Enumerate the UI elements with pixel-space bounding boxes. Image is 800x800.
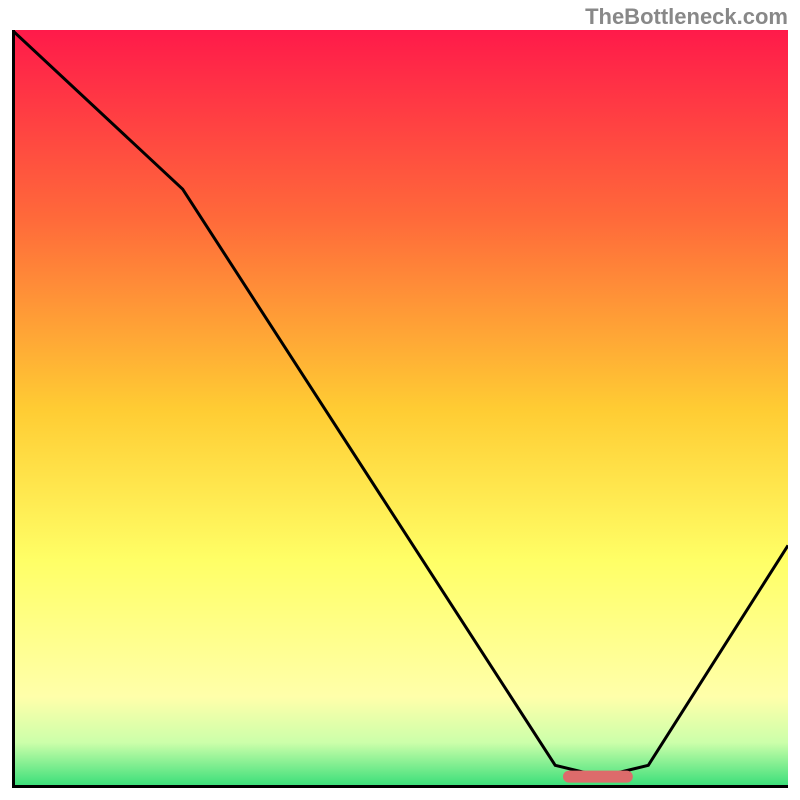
chart-area bbox=[12, 30, 788, 788]
gradient-background bbox=[12, 30, 788, 788]
chart-container: TheBottleneck.com bbox=[0, 0, 800, 800]
watermark-text: TheBottleneck.com bbox=[585, 4, 788, 30]
chart-svg bbox=[12, 30, 788, 788]
optimal-marker bbox=[563, 771, 633, 783]
